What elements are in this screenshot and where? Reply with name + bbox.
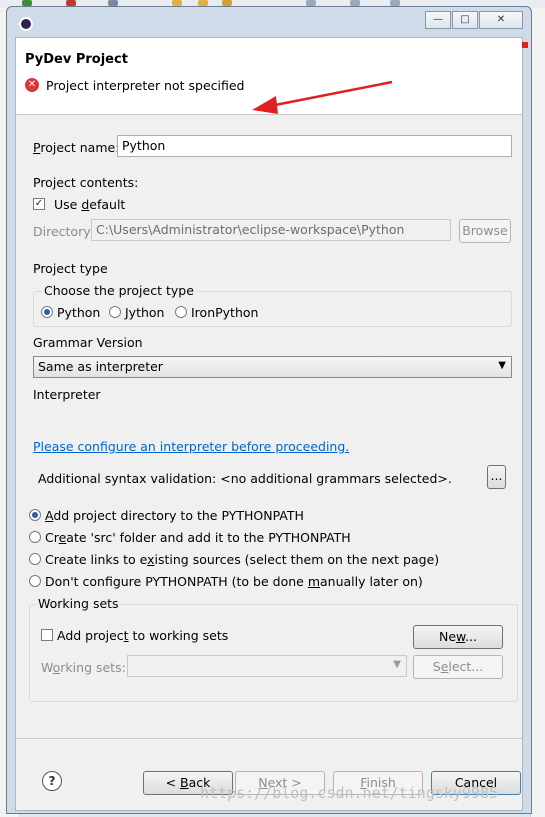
create-src-radio[interactable] <box>29 531 41 543</box>
corner-marker <box>522 42 528 48</box>
red-arrow-annotation <box>252 80 393 114</box>
python-radio[interactable] <box>41 306 53 318</box>
syntax-validation-text: Additional syntax validation: <no additi… <box>38 471 452 486</box>
wizard-body: Project name: Python Project contents: ✓… <box>16 115 522 735</box>
browse-button[interactable]: Browse <box>459 219 511 243</box>
add-to-working-sets-label: Add project to working sets <box>57 628 229 643</box>
use-default-checkbox[interactable]: ✓ <box>33 198 45 210</box>
ironpython-radio[interactable] <box>175 306 187 318</box>
grammar-version-value: Same as interpreter <box>38 359 163 374</box>
dont-configure-label: Don't configure PYTHONPATH (to be done m… <box>45 574 423 589</box>
close-window-button[interactable]: ✕ <box>479 11 523 29</box>
ide-right-panel <box>530 8 545 817</box>
project-type-label: Project type <box>33 261 108 276</box>
wizard-header: PyDev Project ✕ Project interpreter not … <box>16 38 528 115</box>
eclipse-icon <box>19 17 33 31</box>
error-icon: ✕ <box>25 78 39 92</box>
directory-label: Directory <box>33 224 91 239</box>
configure-interpreter-link[interactable]: Please configure an interpreter before p… <box>33 439 349 454</box>
working-sets-select[interactable]: ▼ <box>127 655 407 677</box>
chevron-down-icon: ▼ <box>498 360 506 371</box>
create-links-radio[interactable] <box>29 553 41 565</box>
new-working-set-button[interactable]: New... <box>413 625 503 649</box>
directory-input[interactable]: C:\Users\Administrator\eclipse-workspace… <box>91 219 451 241</box>
wizard-title: PyDev Project <box>25 52 128 67</box>
project-type-group-title: Choose the project type <box>42 283 196 298</box>
grammar-version-select[interactable]: Same as interpreter ▼ <box>33 356 512 378</box>
add-project-dir-radio[interactable] <box>29 509 41 521</box>
create-links-label: Create links to existing sources (select… <box>45 552 440 567</box>
working-sets-title: Working sets <box>36 596 121 611</box>
footer-separator <box>16 738 522 739</box>
working-sets-label: Working sets: <box>41 660 126 675</box>
pydev-project-dialog: — □ ✕ PyDev Project ✕ Project interprete… <box>6 6 532 814</box>
grammar-version-label: Grammar Version <box>33 335 143 350</box>
dialog-client: PyDev Project ✕ Project interpreter not … <box>15 37 528 811</box>
create-src-label: Create 'src' folder and add it to the PY… <box>45 530 351 545</box>
error-message: Project interpreter not specified <box>46 78 245 93</box>
dont-configure-radio[interactable] <box>29 575 41 587</box>
dialog-titlebar[interactable]: — □ ✕ <box>7 7 531 37</box>
project-name-input[interactable]: Python <box>117 135 512 157</box>
maximize-button[interactable]: □ <box>452 11 478 29</box>
ironpython-radio-label: IronPython <box>191 305 259 320</box>
minimize-button[interactable]: — <box>425 11 451 29</box>
watermark: https://blog.csdn.net/tingsky9985 <box>200 784 499 802</box>
chevron-down-icon: ▼ <box>393 659 401 670</box>
jython-radio[interactable] <box>109 306 121 318</box>
syntax-browse-button[interactable]: ... <box>487 465 506 489</box>
add-to-working-sets-checkbox[interactable] <box>41 629 53 641</box>
help-icon[interactable]: ? <box>42 771 62 791</box>
python-radio-label: Python <box>57 305 101 320</box>
project-contents-label: Project contents: <box>33 175 139 190</box>
project-name-label: Project name: <box>33 140 120 155</box>
use-default-label: Use default <box>54 197 126 212</box>
jython-radio-label: Jython <box>125 305 165 320</box>
interpreter-label: Interpreter <box>33 387 101 402</box>
add-project-dir-label: Add project directory to the PYTHONPATH <box>45 508 304 523</box>
select-working-sets-button[interactable]: Select... <box>413 655 503 679</box>
working-sets-group <box>29 604 518 702</box>
